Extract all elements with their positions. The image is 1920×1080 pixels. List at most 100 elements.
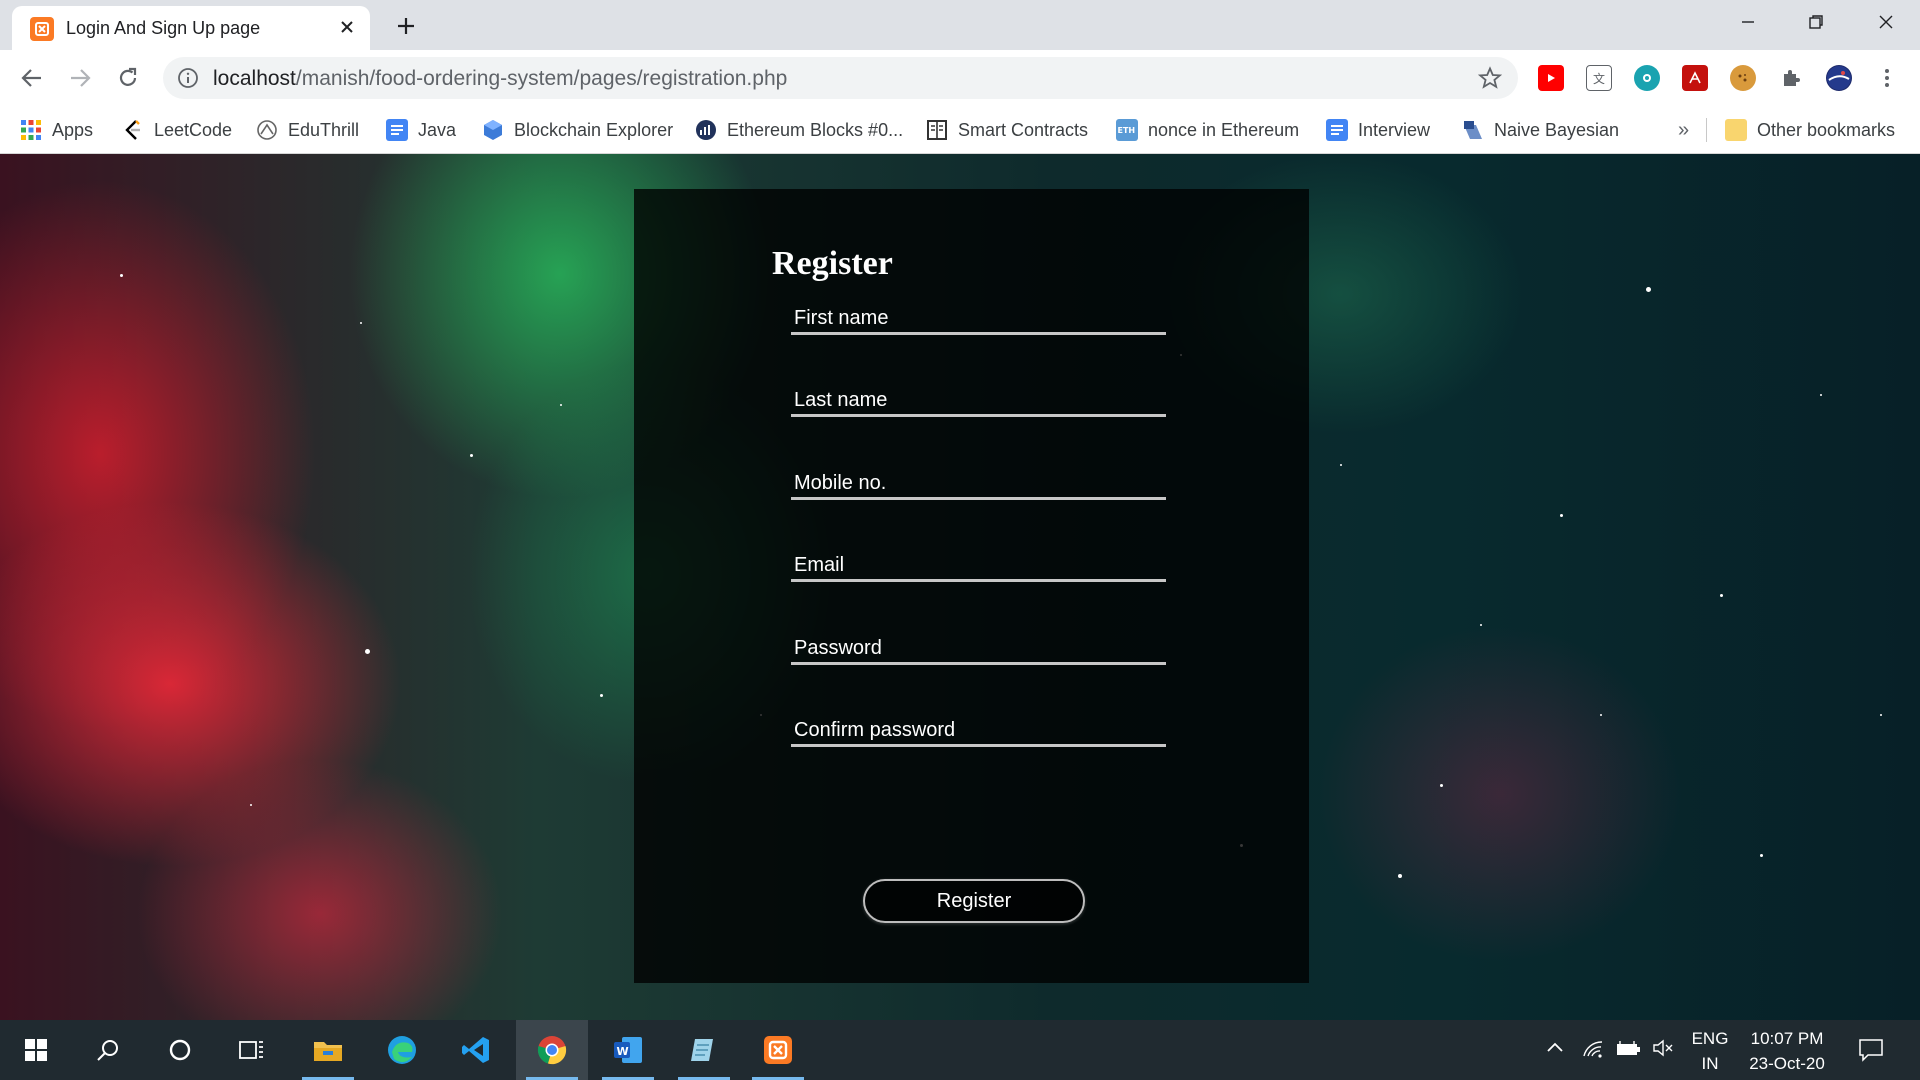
search-icon[interactable] bbox=[72, 1020, 144, 1080]
vscode-icon[interactable] bbox=[440, 1020, 512, 1080]
cortana-icon[interactable] bbox=[144, 1020, 216, 1080]
bookmark-eduthrill[interactable]: EduThrill bbox=[256, 106, 359, 154]
star-speck bbox=[1600, 714, 1602, 716]
edge-browser-icon[interactable] bbox=[366, 1020, 438, 1080]
clock-date[interactable]: 23-Oct-20 bbox=[1740, 1054, 1834, 1074]
bookmark-smart-contracts[interactable]: Smart Contracts bbox=[926, 106, 1088, 154]
last-name-input[interactable] bbox=[791, 381, 1166, 414]
star-speck bbox=[1646, 287, 1651, 292]
mobile-input[interactable] bbox=[791, 464, 1166, 497]
windows-start-icon[interactable] bbox=[0, 1020, 72, 1080]
battery-icon[interactable] bbox=[1616, 1040, 1642, 1063]
bookmark-java[interactable]: Java bbox=[386, 106, 456, 154]
star-speck bbox=[1480, 624, 1482, 626]
bookmark-label: Ethereum Blocks #0... bbox=[727, 119, 904, 140]
volume-muted-icon[interactable] bbox=[1652, 1038, 1674, 1063]
address-bar[interactable]: localhost/manish/food-ordering-system/pa… bbox=[163, 57, 1518, 99]
star-speck bbox=[1340, 464, 1342, 466]
word-icon[interactable]: W bbox=[592, 1020, 664, 1080]
restore-icon[interactable] bbox=[1782, 0, 1850, 44]
site-info-icon[interactable] bbox=[177, 67, 199, 94]
bookmark-nonce-in-ethereum[interactable]: ETH nonce in Ethereum bbox=[1116, 106, 1299, 154]
email-field[interactable] bbox=[791, 546, 1166, 582]
star-speck bbox=[560, 404, 562, 406]
url-path: /manish/food-ordering-system/pages/regis… bbox=[295, 67, 788, 90]
pdf-extension-icon[interactable] bbox=[1682, 65, 1708, 91]
tab-close-icon[interactable] bbox=[334, 14, 360, 40]
first-name-field[interactable] bbox=[791, 299, 1166, 335]
bookmark-naive-bayesian[interactable]: Naive Bayesian bbox=[1462, 106, 1619, 154]
bookmark-label: Java bbox=[418, 119, 457, 140]
url-host: localhost bbox=[213, 67, 296, 90]
svg-text:ETH: ETH bbox=[1118, 126, 1136, 135]
password-input[interactable] bbox=[791, 629, 1166, 662]
back-icon[interactable] bbox=[14, 60, 50, 96]
minimize-icon[interactable] bbox=[1714, 0, 1782, 44]
star-speck bbox=[1398, 874, 1402, 878]
confirm-password-input[interactable] bbox=[791, 711, 1166, 744]
notepad-icon[interactable] bbox=[668, 1020, 740, 1080]
bookmark-label: Interview bbox=[1358, 119, 1431, 140]
xampp-taskbar-icon[interactable] bbox=[742, 1020, 814, 1080]
first-name-input[interactable] bbox=[791, 299, 1166, 332]
more-bookmarks-chevron-icon[interactable]: » bbox=[1678, 106, 1689, 154]
confirm-password-field[interactable] bbox=[791, 711, 1166, 747]
task-view-icon[interactable] bbox=[216, 1020, 288, 1080]
docs-icon bbox=[1326, 119, 1348, 141]
wifi-icon[interactable] bbox=[1582, 1038, 1604, 1063]
chrome-menu-icon[interactable] bbox=[1874, 65, 1900, 91]
tab-strip: Login And Sign Up page bbox=[0, 0, 1920, 50]
bookmark-ethereum-blocks[interactable]: Ethereum Blocks #0... bbox=[695, 106, 903, 154]
bookmark-star-icon[interactable] bbox=[1477, 66, 1503, 95]
bookmark-other[interactable]: Other bookmarks bbox=[1725, 106, 1895, 154]
region-indicator[interactable]: IN bbox=[1688, 1054, 1732, 1074]
bookmark-leetcode[interactable]: LeetCode bbox=[122, 106, 232, 154]
leetcode-icon bbox=[122, 119, 144, 141]
password-field[interactable] bbox=[791, 629, 1166, 665]
email-input[interactable] bbox=[791, 546, 1166, 579]
eth-icon: ETH bbox=[1116, 119, 1138, 141]
extensions-puzzle-icon[interactable] bbox=[1778, 65, 1804, 91]
bookmark-blockchain-explorer[interactable]: Blockchain Explorer bbox=[482, 106, 673, 154]
star-speck bbox=[470, 454, 473, 457]
register-button[interactable]: Register bbox=[863, 879, 1085, 923]
tab-title: Login And Sign Up page bbox=[66, 18, 261, 38]
star-speck bbox=[360, 322, 362, 324]
naive-bayes-icon bbox=[1462, 119, 1484, 141]
bookmarks-bar: Apps LeetCode EduThrill Java Blockchain … bbox=[0, 106, 1920, 154]
language-indicator[interactable]: ENG bbox=[1688, 1029, 1732, 1049]
file-explorer-icon[interactable] bbox=[292, 1020, 364, 1080]
star-speck bbox=[600, 694, 603, 697]
bookmark-interview[interactable]: Interview bbox=[1326, 106, 1430, 154]
youtube-extension-icon[interactable] bbox=[1538, 65, 1564, 91]
docs-icon bbox=[386, 119, 408, 141]
notifications-icon[interactable] bbox=[1858, 1038, 1884, 1067]
browser-toolbar: localhost/manish/food-ordering-system/pa… bbox=[0, 50, 1920, 106]
browser-tab[interactable]: Login And Sign Up page bbox=[12, 6, 370, 50]
forward-icon[interactable] bbox=[62, 60, 98, 96]
circle-extension-icon[interactable] bbox=[1634, 65, 1660, 91]
svg-text:文: 文 bbox=[1593, 71, 1605, 86]
bookmark-label: nonce in Ethereum bbox=[1148, 119, 1300, 140]
star-speck bbox=[250, 804, 252, 806]
reload-icon[interactable] bbox=[110, 60, 146, 96]
profile-avatar[interactable] bbox=[1826, 65, 1852, 91]
new-tab-icon[interactable] bbox=[390, 10, 422, 42]
clock-time[interactable]: 10:07 PM bbox=[1740, 1029, 1834, 1049]
star-speck bbox=[1820, 394, 1822, 396]
tray-chevron-up-icon[interactable] bbox=[1546, 1040, 1564, 1058]
translate-extension-icon[interactable]: 文 bbox=[1586, 65, 1612, 91]
windows-taskbar: W ENG IN 10:07 PM 23-Oct-20 bbox=[0, 1020, 1920, 1080]
bookmark-label: Blockchain Explorer bbox=[514, 119, 674, 140]
bookmark-label: Other bookmarks bbox=[1757, 119, 1896, 140]
mobile-field[interactable] bbox=[791, 464, 1166, 500]
eduthrill-icon bbox=[256, 119, 278, 141]
cookie-extension-icon[interactable] bbox=[1730, 65, 1756, 91]
last-name-field[interactable] bbox=[791, 381, 1166, 417]
chrome-taskbar-icon[interactable] bbox=[516, 1020, 588, 1080]
bookmark-apps[interactable]: Apps bbox=[20, 106, 93, 154]
close-window-icon[interactable] bbox=[1852, 0, 1920, 44]
bookmark-label: LeetCode bbox=[154, 119, 233, 140]
star-speck bbox=[1560, 514, 1563, 517]
bookmark-label: Smart Contracts bbox=[958, 119, 1089, 140]
